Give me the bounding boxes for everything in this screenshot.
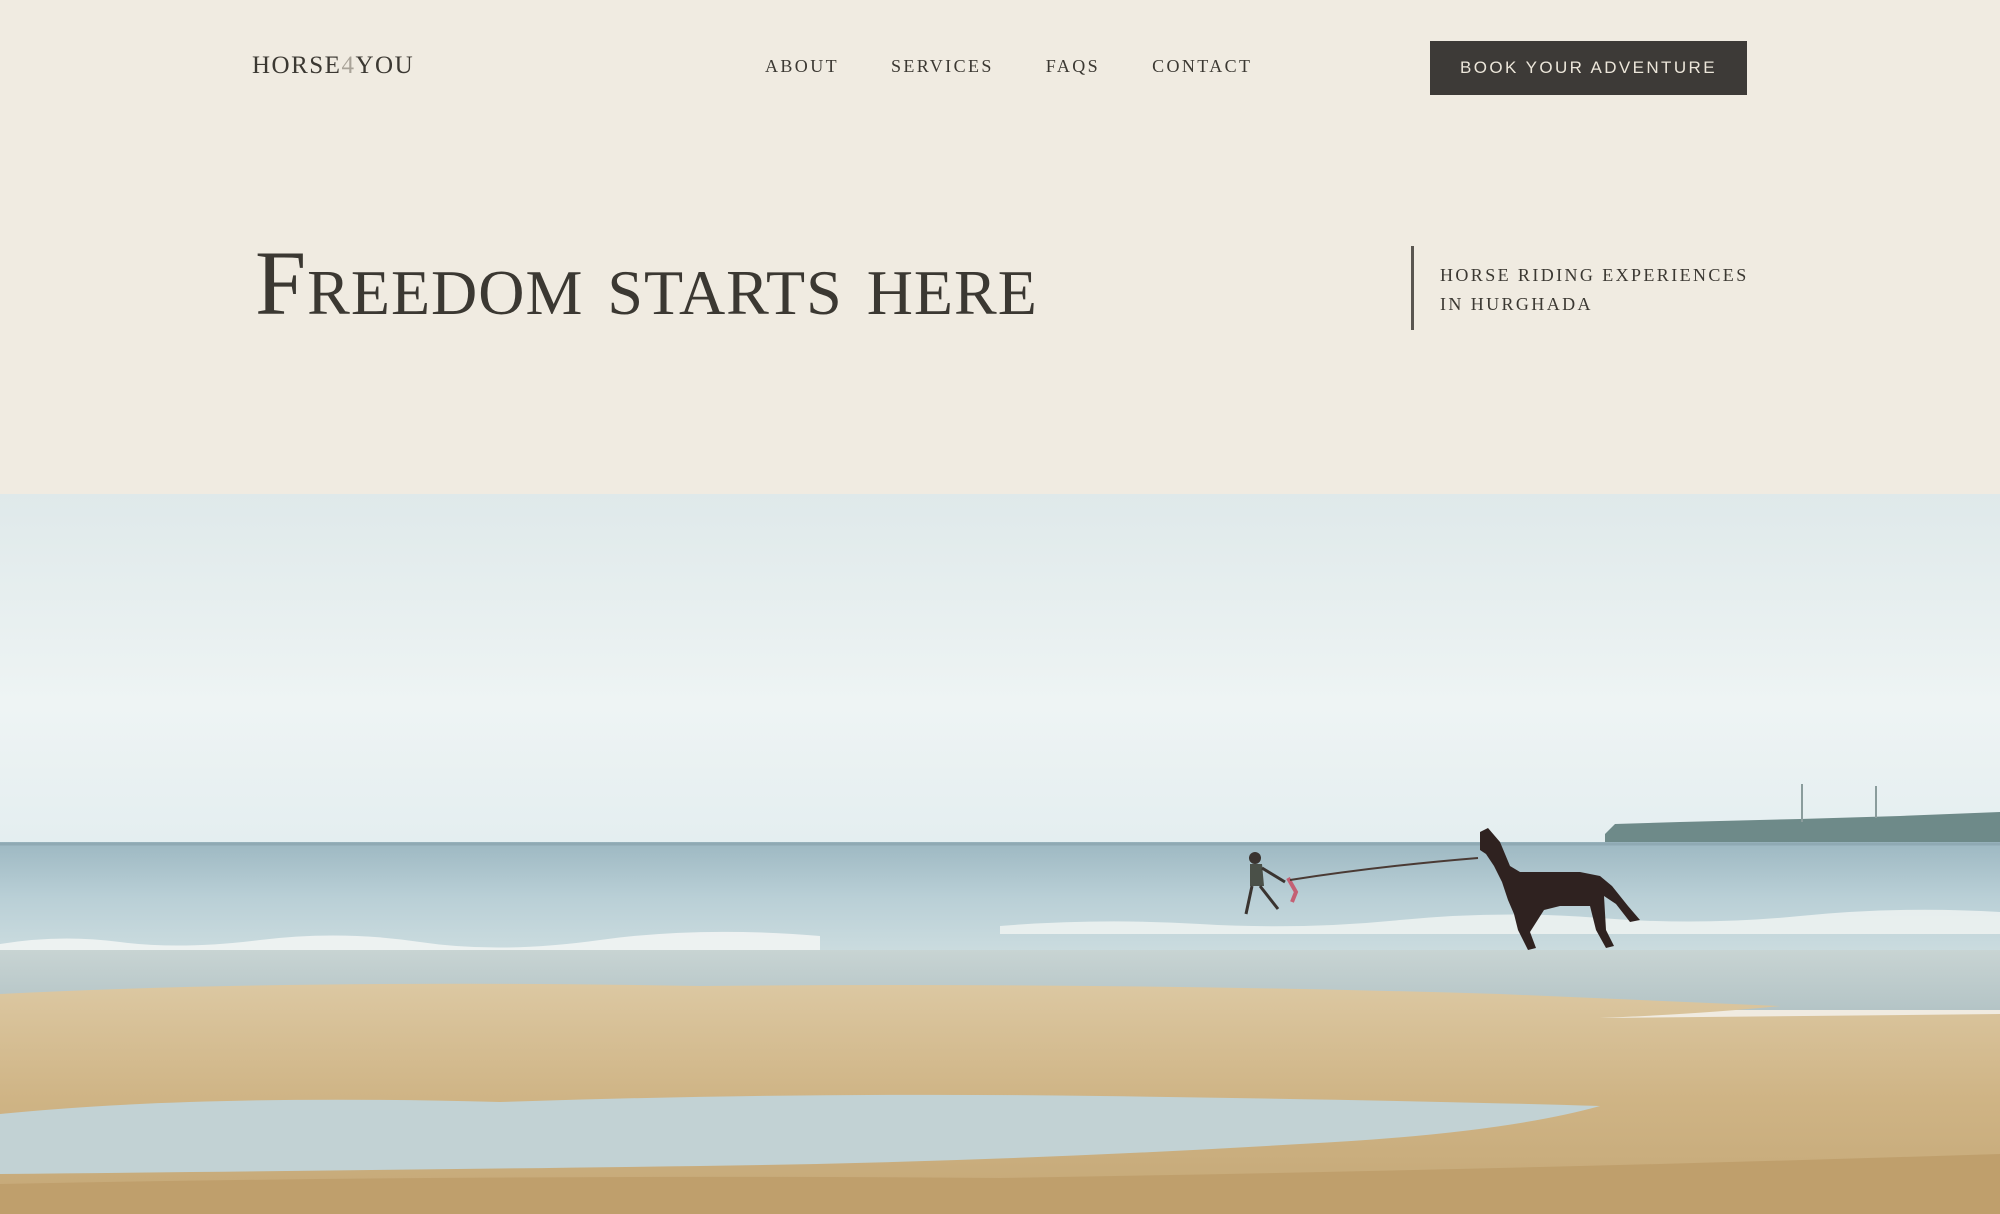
nav-link-contact[interactable]: CONTACT (1152, 56, 1252, 77)
hero-beach-image (0, 494, 2000, 1214)
hero-title: Freedom starts here (255, 232, 1038, 334)
main-nav: ABOUT SERVICES FAQS CONTACT (765, 56, 1252, 77)
logo-suffix: YOU (355, 52, 415, 79)
logo[interactable]: HORSE4YOU (252, 52, 414, 80)
hero-tagline: HORSE RIDING EXPERIENCES IN HURGHADA (1440, 261, 1760, 319)
site-header: HORSE4YOU ABOUT SERVICES FAQS CONTACT BO… (0, 0, 2000, 134)
book-adventure-button[interactable]: BOOK YOUR ADVENTURE (1430, 41, 1747, 95)
logo-prefix: HORSE (252, 52, 342, 79)
logo-number: 4 (341, 52, 356, 79)
tagline-line-1: HORSE RIDING EXPERIENCES (1440, 265, 1749, 285)
tagline-line-2: IN HURGHADA (1440, 294, 1593, 314)
nav-link-about[interactable]: ABOUT (765, 56, 839, 77)
nav-link-services[interactable]: SERVICES (891, 56, 994, 77)
nav-link-faqs[interactable]: FAQS (1046, 56, 1100, 77)
hero-divider (1411, 246, 1414, 330)
